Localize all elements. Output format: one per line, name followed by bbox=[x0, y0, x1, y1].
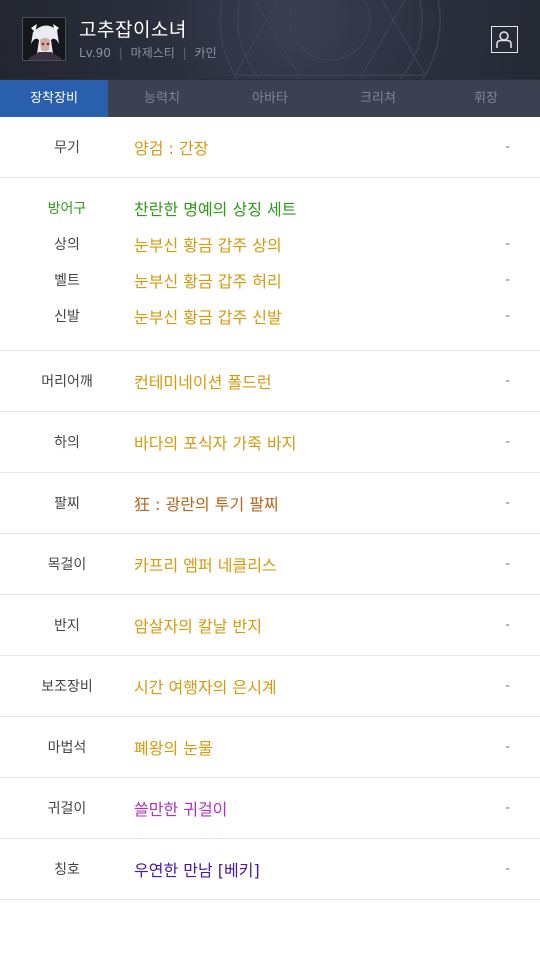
item-value: - bbox=[505, 373, 510, 389]
equipment-group-armor: 방어구 찬란한 명예의 상징 세트 상의 눈부신 황금 갑주 상의 - 벨트 눈… bbox=[0, 178, 540, 351]
item-name: 양검 : 간장 bbox=[134, 139, 209, 158]
slot-label: 무기 bbox=[54, 140, 80, 156]
slot-label: 귀걸이 bbox=[47, 801, 87, 817]
character-job: 마제스티 bbox=[130, 46, 175, 60]
item-value: - bbox=[505, 861, 510, 877]
item-name: 카프리 엠퍼 네클리스 bbox=[134, 556, 277, 575]
item-name: 암살자의 칼날 반지 bbox=[134, 617, 262, 636]
profile-button[interactable] bbox=[491, 26, 518, 53]
character-level: Lv.90 bbox=[79, 46, 111, 60]
slot-label: 방어구 bbox=[47, 201, 87, 217]
equipment-row-magic-stone[interactable]: 마법석 폐왕의 눈물 - bbox=[0, 717, 540, 778]
item-value: - bbox=[505, 678, 510, 694]
slot-label: 보조장비 bbox=[41, 679, 93, 695]
slot-label: 마법석 bbox=[47, 740, 87, 756]
item-name: 시간 여행자의 은시계 bbox=[134, 678, 277, 697]
slot-label: 상의 bbox=[54, 237, 80, 253]
item-value: - bbox=[505, 495, 510, 511]
tab-creature[interactable]: 크리쳐 bbox=[324, 80, 432, 117]
slot-label: 벨트 bbox=[54, 273, 80, 289]
tab-equipment[interactable]: 장착장비 bbox=[0, 80, 108, 117]
item-name: 눈부신 황금 갑주 상의 bbox=[134, 236, 282, 255]
slot-label: 칭호 bbox=[54, 862, 80, 878]
armor-set-row[interactable]: 방어구 찬란한 명예의 상징 세트 bbox=[0, 190, 540, 226]
equipment-row-bracelet[interactable]: 팔찌 狂 : 광란의 투기 팔찌 - bbox=[0, 473, 540, 534]
slot-label: 반지 bbox=[54, 618, 80, 634]
item-name: 狂 : 광란의 투기 팔찌 bbox=[134, 495, 279, 514]
character-server: 카인 bbox=[194, 46, 217, 60]
character-meta: Lv.90 | 마제스티 | 카인 bbox=[79, 44, 217, 61]
equipment-row-bottom[interactable]: 하의 바다의 포식자 가죽 바지 - bbox=[0, 412, 540, 473]
item-value: - bbox=[505, 308, 510, 324]
item-value: - bbox=[505, 739, 510, 755]
equipment-row-weapon[interactable]: 무기 양검 : 간장 - bbox=[0, 117, 540, 178]
equipment-row-necklace[interactable]: 목걸이 카프리 엠퍼 네클리스 - bbox=[0, 534, 540, 595]
meta-separator: | bbox=[182, 46, 187, 60]
meta-separator: | bbox=[118, 46, 123, 60]
item-name: 폐왕의 눈물 bbox=[134, 739, 213, 758]
item-value: - bbox=[505, 139, 510, 155]
equipment-row-ring[interactable]: 반지 암살자의 칼날 반지 - bbox=[0, 595, 540, 656]
character-portrait-icon bbox=[23, 18, 65, 60]
slot-label: 목걸이 bbox=[47, 557, 87, 573]
equipment-row-shoes[interactable]: 신발 눈부신 황금 갑주 신발 - bbox=[0, 298, 540, 334]
item-value: - bbox=[505, 617, 510, 633]
item-name: 눈부신 황금 갑주 신발 bbox=[134, 308, 282, 327]
equipment-row-earring[interactable]: 귀걸이 쓸만한 귀걸이 - bbox=[0, 778, 540, 839]
item-name: 컨테미네이션 폴드런 bbox=[134, 373, 272, 392]
equipment-row-shoulder[interactable]: 머리어깨 컨테미네이션 폴드런 - bbox=[0, 351, 540, 412]
character-avatar[interactable] bbox=[22, 17, 66, 61]
equipment-list: 무기 양검 : 간장 - 방어구 찬란한 명예의 상징 세트 상의 눈부신 황금… bbox=[0, 117, 540, 900]
equipment-row-top[interactable]: 상의 눈부신 황금 갑주 상의 - bbox=[0, 226, 540, 262]
character-name: 고추잡이소녀 bbox=[79, 19, 187, 41]
tab-bar: 장착장비 능력치 아바타 크리쳐 휘장 bbox=[0, 79, 540, 117]
equipment-row-support[interactable]: 보조장비 시간 여행자의 은시계 - bbox=[0, 656, 540, 717]
slot-label: 하의 bbox=[54, 435, 80, 451]
set-name: 찬란한 명예의 상징 세트 bbox=[134, 200, 297, 219]
equipment-row-belt[interactable]: 벨트 눈부신 황금 갑주 허리 - bbox=[0, 262, 540, 298]
slot-label: 머리어깨 bbox=[41, 374, 93, 390]
item-value: - bbox=[505, 272, 510, 288]
tab-avatar[interactable]: 아바타 bbox=[216, 80, 324, 117]
equipment-row-title[interactable]: 칭호 우연한 만남 [베키] - bbox=[0, 839, 540, 900]
tab-stats[interactable]: 능력치 bbox=[108, 80, 216, 117]
item-name: 바다의 포식자 가죽 바지 bbox=[134, 434, 297, 453]
person-icon bbox=[496, 31, 512, 48]
item-name: 쓸만한 귀걸이 bbox=[134, 800, 228, 819]
item-value: - bbox=[505, 800, 510, 816]
item-value: - bbox=[505, 434, 510, 450]
slot-label: 팔찌 bbox=[54, 496, 80, 512]
item-name: 눈부신 황금 갑주 허리 bbox=[134, 272, 282, 291]
tab-insignia[interactable]: 휘장 bbox=[432, 80, 540, 117]
slot-label: 신발 bbox=[54, 309, 80, 325]
item-value: - bbox=[505, 556, 510, 572]
item-name: 우연한 만남 [베키] bbox=[134, 861, 260, 880]
item-value: - bbox=[505, 236, 510, 252]
character-header: 고추잡이소녀 Lv.90 | 마제스티 | 카인 bbox=[0, 0, 540, 79]
